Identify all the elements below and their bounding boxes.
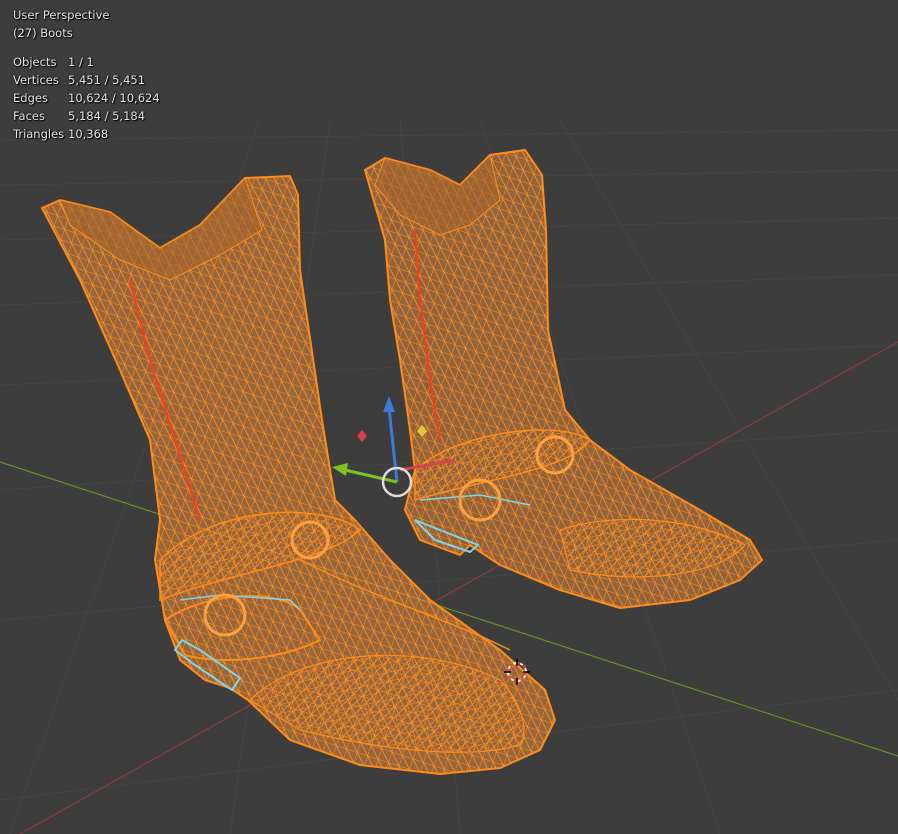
stat-value: 5,451 / 5,451 <box>68 73 146 87</box>
viewport-text-overlay: User Perspective (27) Boots Objects 1 / … <box>13 6 160 143</box>
stat-edges: Edges 10,624 / 10,624 <box>13 89 160 107</box>
scene-statistics: Objects 1 / 1 Vertices 5,451 / 5,451 Edg… <box>13 53 160 143</box>
stat-objects: Objects 1 / 1 <box>13 53 160 71</box>
stat-value: 5,184 / 5,184 <box>68 109 146 123</box>
right-boot-mesh[interactable] <box>363 148 764 610</box>
stat-label: Vertices <box>13 73 59 87</box>
stat-value: 1 / 1 <box>68 55 94 69</box>
stat-label: Edges <box>13 91 48 105</box>
stat-label: Triangles <box>13 127 65 141</box>
stat-triangles: Triangles 10,368 <box>13 125 160 143</box>
stat-faces: Faces 5,184 / 5,184 <box>13 107 160 125</box>
stat-label: Faces <box>13 109 45 123</box>
stat-vertices: Vertices 5,451 / 5,451 <box>13 71 160 89</box>
stat-value: 10,624 / 10,624 <box>68 91 160 105</box>
active-object-label: (27) Boots <box>13 26 73 40</box>
stat-value: 10,368 <box>68 127 109 141</box>
stat-label: Objects <box>13 55 57 69</box>
view-name: User Perspective <box>13 8 110 22</box>
